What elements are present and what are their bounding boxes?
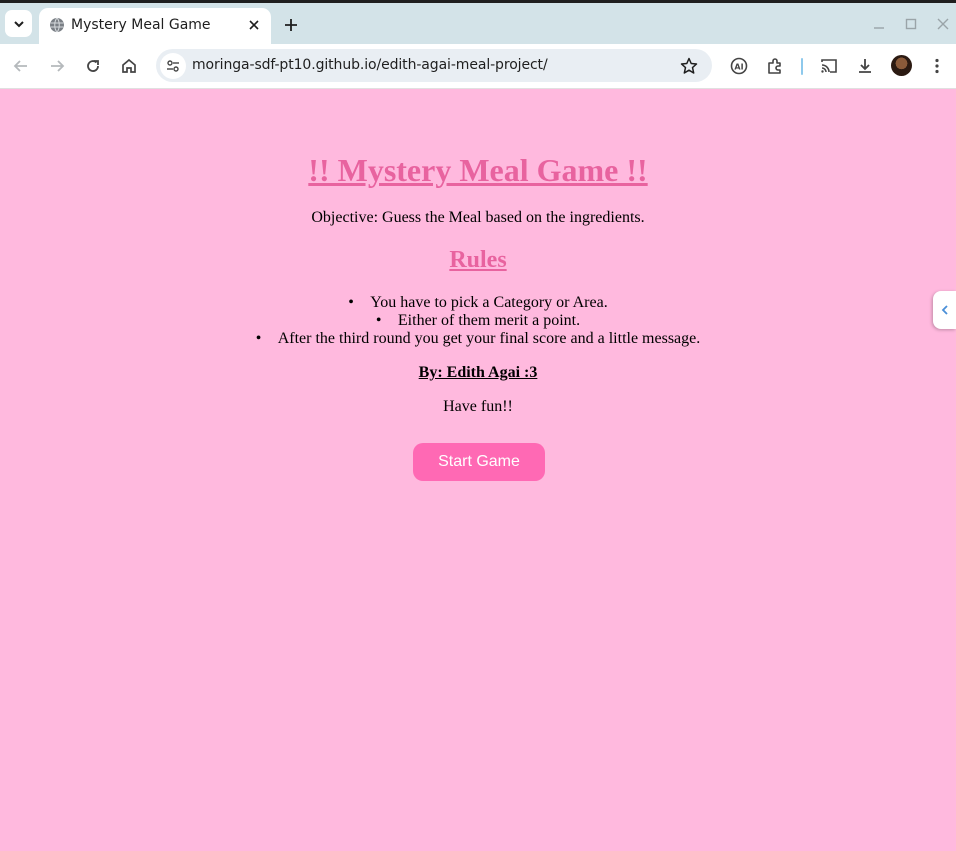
- ai-translate-icon[interactable]: AI: [729, 56, 749, 76]
- list-item: • After the third round you get your fina…: [0, 330, 956, 348]
- close-window-icon[interactable]: [935, 16, 951, 32]
- profile-avatar[interactable]: [891, 55, 912, 76]
- rules-heading: Rules: [449, 247, 507, 273]
- rule-text: Either of them merit a point.: [397, 312, 581, 329]
- bookmark-star-icon[interactable]: [679, 56, 699, 76]
- back-arrow-icon[interactable]: [11, 56, 31, 76]
- page-content: !! Mystery Meal Game !! Objective: Guess…: [0, 90, 956, 851]
- close-icon[interactable]: [246, 17, 262, 33]
- active-tab[interactable]: Mystery Meal Game: [39, 8, 271, 44]
- address-bar[interactable]: moringa-sdf-pt10.github.io/edith-agai-me…: [156, 49, 712, 82]
- tab-search-button[interactable]: [5, 10, 32, 37]
- toolbar-divider: [801, 58, 803, 75]
- extensions-puzzle-icon[interactable]: [765, 56, 785, 76]
- cast-icon[interactable]: [819, 56, 839, 76]
- rule-text: After the third round you get your final…: [277, 330, 701, 347]
- svg-text:AI: AI: [734, 63, 743, 72]
- chevron-left-icon: [941, 305, 948, 315]
- tab-bar: Mystery Meal Game: [0, 3, 956, 44]
- minimize-icon[interactable]: [871, 16, 887, 32]
- download-icon[interactable]: [855, 56, 875, 76]
- objective-text: Objective: Guess the Meal based on the i…: [311, 209, 645, 226]
- more-menu-icon[interactable]: [927, 56, 947, 76]
- forward-arrow-icon[interactable]: [47, 56, 67, 76]
- rules-list: • You have to pick a Category or Area. • E…: [0, 294, 956, 348]
- reload-icon[interactable]: [83, 56, 103, 76]
- list-item: • You have to pick a Category or Area.: [0, 294, 956, 312]
- rule-text: You have to pick a Category or Area.: [370, 294, 608, 311]
- tune-icon: [167, 60, 179, 72]
- bullet-icon: •: [255, 330, 262, 347]
- browser-toolbar: moringa-sdf-pt10.github.io/edith-agai-me…: [0, 44, 956, 89]
- closing-text: Have fun!!: [443, 398, 513, 415]
- side-panel-toggle[interactable]: [933, 291, 956, 329]
- home-icon[interactable]: [119, 56, 139, 76]
- bullet-icon: •: [348, 294, 354, 311]
- chevron-down-icon: [13, 20, 24, 27]
- start-game-button[interactable]: Start Game: [413, 443, 545, 481]
- list-item: • Either of them merit a point.: [0, 312, 956, 330]
- site-info-button[interactable]: [160, 53, 186, 79]
- new-tab-icon[interactable]: [281, 15, 301, 35]
- maximize-icon[interactable]: [903, 16, 919, 32]
- url-text: moringa-sdf-pt10.github.io/edith-agai-me…: [192, 57, 548, 73]
- author-credit: By: Edith Agai :3: [418, 364, 538, 381]
- tab-title: Mystery Meal Game: [71, 17, 211, 33]
- page-title: !! Mystery Meal Game !!: [308, 152, 648, 188]
- globe-icon: [50, 17, 64, 33]
- bullet-icon: •: [375, 312, 382, 329]
